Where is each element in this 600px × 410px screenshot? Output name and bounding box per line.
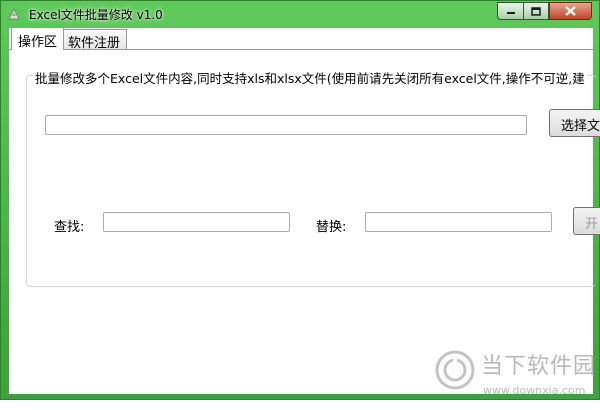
find-input[interactable] bbox=[103, 212, 290, 232]
tab-panel-operation: 批量修改多个Excel文件内容,同时支持xls和xlsx文件(使用前请先关闭所有… bbox=[9, 49, 600, 394]
maximize-button[interactable] bbox=[523, 2, 549, 20]
tab-registration[interactable]: 软件注册 bbox=[61, 29, 128, 51]
replace-input[interactable] bbox=[365, 212, 552, 232]
replace-label: 替换: bbox=[316, 220, 347, 235]
execute-button[interactable]: 开 bbox=[573, 207, 600, 235]
file-path-field[interactable] bbox=[45, 115, 527, 135]
window-title: Excel文件批量修改 v1.0 bbox=[29, 8, 163, 22]
tab-operation[interactable]: 操作区 bbox=[11, 27, 65, 50]
title-bar[interactable]: Excel文件批量修改 v1.0 bbox=[1, 1, 599, 27]
minimize-icon bbox=[506, 12, 515, 14]
watermark-url: www.downxia.com bbox=[483, 384, 586, 397]
select-file-button[interactable]: 选择文 bbox=[549, 109, 600, 137]
close-icon bbox=[565, 6, 576, 16]
downxia-logo-icon bbox=[435, 350, 475, 390]
maximize-icon bbox=[531, 6, 541, 16]
app-icon bbox=[8, 7, 20, 20]
minimize-button[interactable] bbox=[497, 2, 523, 20]
operation-groupbox bbox=[26, 75, 596, 287]
app-window: Excel文件批量修改 v1.0 操作区 软件注册 批量修改多个Excel文件内… bbox=[0, 0, 600, 400]
find-label: 查找: bbox=[54, 220, 85, 235]
close-button[interactable] bbox=[549, 2, 592, 20]
description-text: 批量修改多个Excel文件内容,同时支持xls和xlsx文件(使用前请先关闭所有… bbox=[33, 68, 587, 87]
window-controls bbox=[497, 2, 592, 20]
watermark-name: 当下软件园 bbox=[481, 354, 597, 379]
client-area: 操作区 软件注册 批量修改多个Excel文件内容,同时支持xls和xlsx文件(… bbox=[9, 27, 600, 397]
site-watermark: 当下软件园 www.downxia.com bbox=[435, 348, 595, 410]
